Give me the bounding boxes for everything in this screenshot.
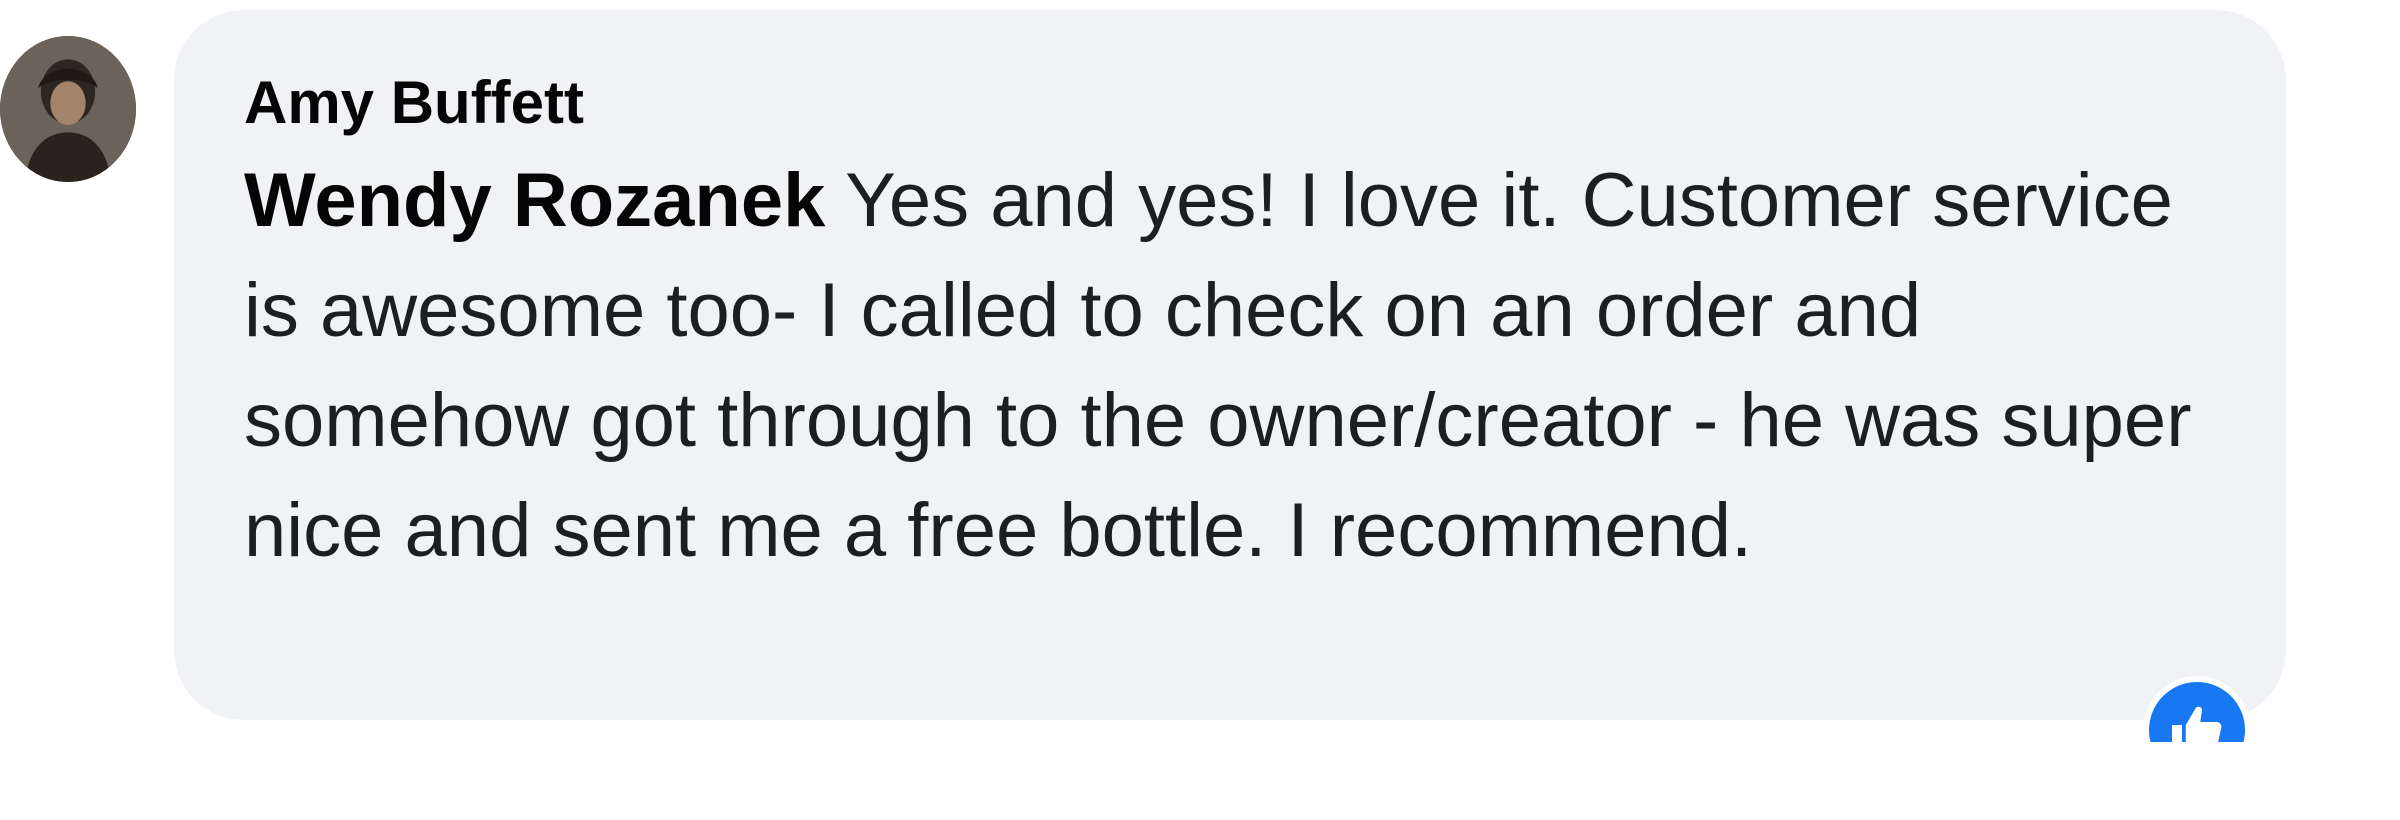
profile-photo bbox=[0, 36, 136, 182]
comment-text: Wendy Rozanek Yes and yes! I love it. Cu… bbox=[244, 146, 2204, 586]
viewport-bottom bbox=[0, 742, 2400, 820]
avatar[interactable] bbox=[0, 36, 136, 182]
mention-link[interactable]: Wendy Rozanek bbox=[244, 158, 825, 243]
comment-author[interactable]: Amy Buffett bbox=[244, 60, 2216, 146]
comment-bubble: Amy Buffett Wendy Rozanek Yes and yes! I… bbox=[174, 10, 2286, 720]
